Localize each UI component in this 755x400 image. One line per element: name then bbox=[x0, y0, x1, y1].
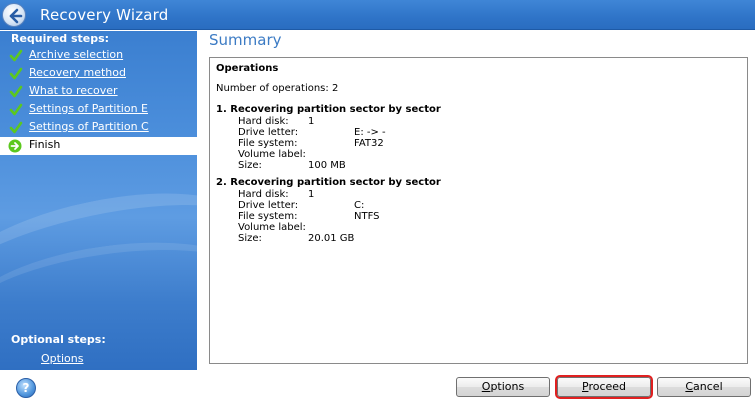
cancel-button[interactable]: Cancel bbox=[657, 377, 751, 397]
field-label: Size: bbox=[238, 160, 262, 171]
field-label: Drive letter: bbox=[238, 127, 299, 138]
step-what-to-recover[interactable]: What to recover bbox=[0, 83, 197, 101]
steps-sidebar: Required steps: Archive selection Recove… bbox=[0, 31, 197, 370]
field-label: Volume label: bbox=[238, 222, 306, 233]
step-label: Settings of Partition E bbox=[29, 102, 149, 115]
window-title: Recovery Wizard bbox=[40, 6, 169, 24]
check-icon bbox=[9, 85, 23, 98]
current-step-arrow-icon bbox=[8, 139, 22, 153]
check-icon bbox=[9, 49, 23, 62]
step-recovery-method[interactable]: Recovery method bbox=[0, 65, 197, 83]
check-icon bbox=[9, 103, 23, 116]
options-button-label: ptions bbox=[490, 380, 525, 393]
step-label: Recovery method bbox=[29, 66, 126, 79]
help-icon[interactable]: ? bbox=[16, 378, 36, 398]
back-button[interactable] bbox=[2, 3, 26, 27]
field-label: File system: bbox=[238, 138, 298, 149]
options-step-link[interactable]: Options bbox=[41, 352, 83, 365]
summary-panel: Operations Number of operations: 2 1. Re… bbox=[209, 57, 748, 364]
step-settings-partition-e[interactable]: Settings of Partition E bbox=[0, 101, 197, 119]
required-steps-heading: Required steps: bbox=[11, 32, 110, 45]
back-arrow-icon bbox=[9, 8, 23, 24]
step-archive-selection[interactable]: Archive selection bbox=[0, 47, 197, 65]
field-value: 1 bbox=[308, 189, 315, 200]
step-label: What to recover bbox=[29, 84, 118, 97]
proceed-button[interactable]: Proceed bbox=[555, 375, 653, 399]
step-label: Settings of Partition C bbox=[29, 120, 149, 133]
button-bar: ? Options Proceed Cancel bbox=[0, 370, 755, 400]
field-value: E: -> - bbox=[354, 127, 386, 138]
field-value: NTFS bbox=[354, 211, 380, 222]
field-label: File system: bbox=[238, 211, 298, 222]
field-value: C: bbox=[354, 200, 365, 211]
field-value: 100 MB bbox=[308, 160, 346, 171]
field-label: Volume label: bbox=[238, 149, 306, 160]
field-label: Drive letter: bbox=[238, 200, 299, 211]
operations-heading: Operations bbox=[216, 63, 279, 74]
field-value: 20.01 GB bbox=[308, 233, 355, 244]
field-label: Hard disk: bbox=[238, 116, 289, 127]
proceed-button-label: roceed bbox=[588, 380, 627, 393]
options-button[interactable]: Options bbox=[456, 377, 550, 397]
step-label: Finish bbox=[29, 138, 61, 151]
step-settings-partition-c[interactable]: Settings of Partition C bbox=[0, 119, 197, 137]
operations-count: Number of operations: 2 bbox=[216, 83, 339, 94]
cancel-button-label: ancel bbox=[693, 380, 723, 393]
step-finish[interactable]: Finish bbox=[0, 137, 197, 155]
check-icon bbox=[9, 121, 23, 134]
operation-heading: 2. Recovering partition sector by sector bbox=[216, 177, 441, 188]
optional-steps-heading: Optional steps: bbox=[11, 333, 106, 346]
recovery-wizard-window: Recovery Wizard Required steps: Archive … bbox=[0, 0, 755, 400]
check-icon bbox=[9, 67, 23, 80]
field-value: 1 bbox=[308, 116, 315, 127]
step-label: Archive selection bbox=[29, 48, 124, 61]
field-label: Hard disk: bbox=[238, 189, 289, 200]
operation-heading: 1. Recovering partition sector by sector bbox=[216, 104, 441, 115]
cancel-button-mnemonic: C bbox=[685, 380, 694, 393]
field-label: Size: bbox=[238, 233, 262, 244]
title-bar: Recovery Wizard bbox=[0, 0, 755, 30]
field-value: FAT32 bbox=[354, 138, 384, 149]
page-title: Summary bbox=[209, 31, 282, 49]
